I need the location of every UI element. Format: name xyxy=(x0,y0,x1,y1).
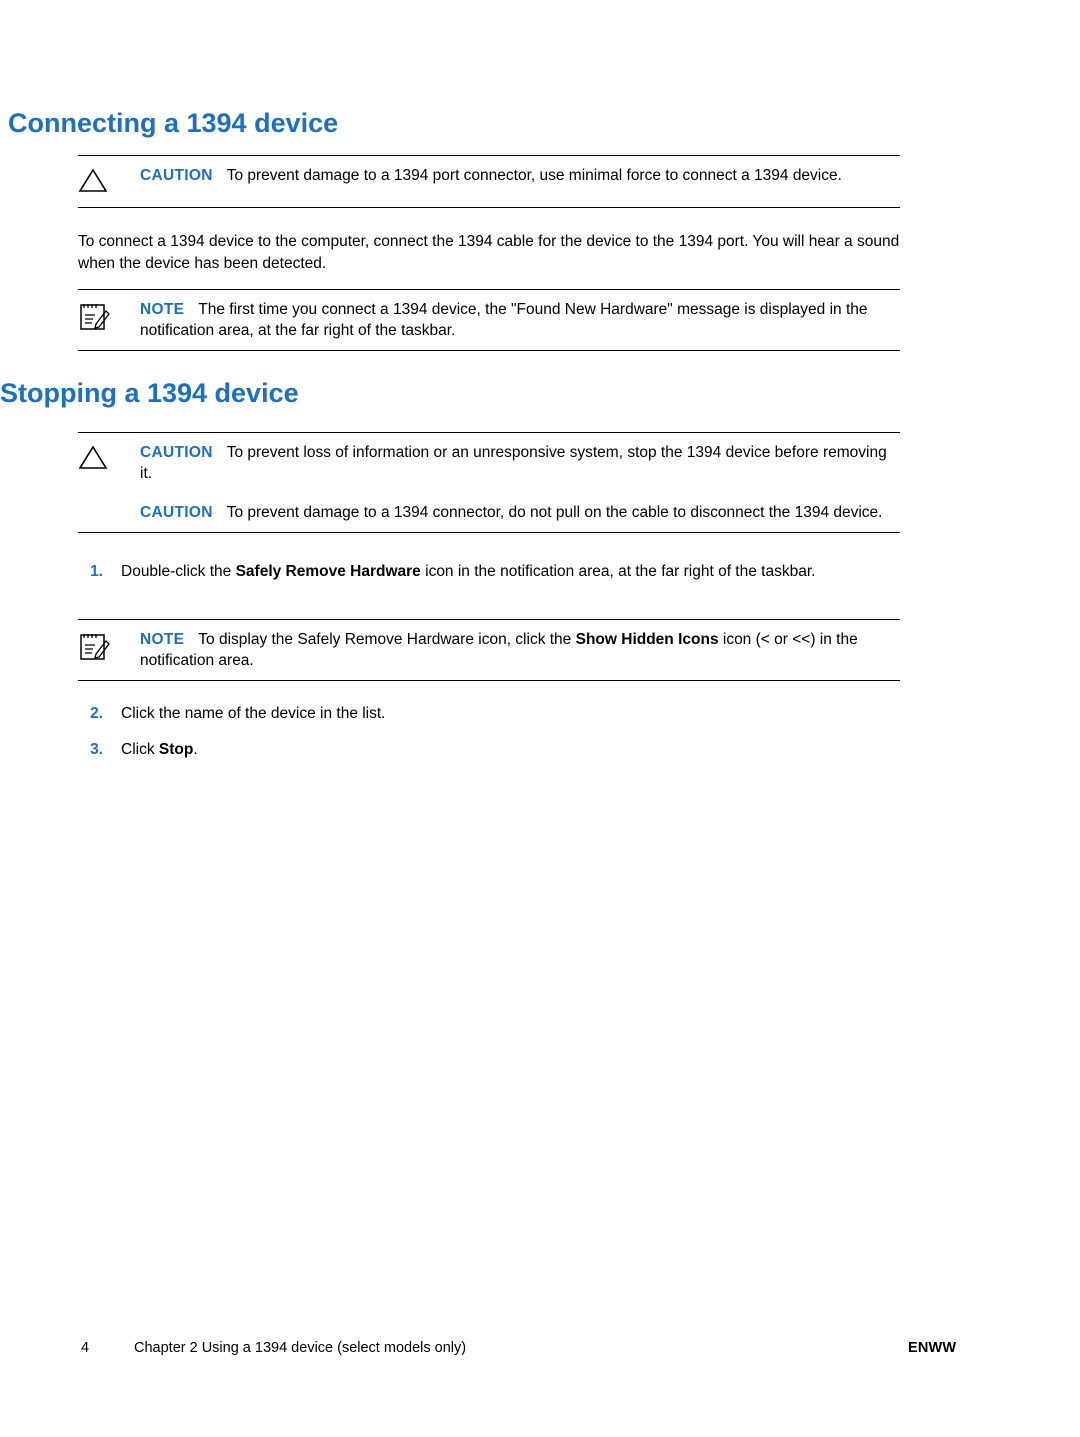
step-3-part1: Click xyxy=(121,741,159,758)
note-label-2: NOTE xyxy=(140,631,185,648)
note-box-2-text: NOTE To display the Safely Remove Hardwar… xyxy=(140,629,900,671)
footer-locale: ENWW xyxy=(908,1340,957,1356)
note-box-1: NOTE The first time you connect a 1394 de… xyxy=(78,289,900,351)
step-1-part1: Double-click the xyxy=(121,563,236,580)
step-text: Double-click the Safely Remove Hardware … xyxy=(121,561,908,583)
step-1-bold: Safely Remove Hardware xyxy=(235,563,421,580)
caution-triangle-icon-2 xyxy=(78,442,140,475)
caution-box-1-text: CAUTION To prevent damage to a 1394 port … xyxy=(140,165,900,186)
note-pencil-icon xyxy=(78,299,140,338)
step-number: 3. xyxy=(90,741,103,758)
caution-label-2a: CAUTION xyxy=(140,444,213,461)
step-3-part2: . xyxy=(193,741,198,758)
document-page: Connecting a 1394 device CAUTION To preve… xyxy=(0,0,1080,1437)
caution-1-body: To prevent damage to a 1394 port connect… xyxy=(226,167,842,184)
caution-label-2b: CAUTION xyxy=(140,504,213,521)
caution-box-2-text: CAUTION To prevent loss of information or… xyxy=(140,442,900,523)
note-pencil-icon-2 xyxy=(78,629,140,668)
step-text: Click the name of the device in the list… xyxy=(121,703,908,725)
step-1-part2: icon in the notification area, at the fa… xyxy=(420,563,816,580)
page-title-connecting: Connecting a 1394 device xyxy=(8,108,339,138)
step-text: Click Stop. xyxy=(121,739,908,761)
step-number: 1. xyxy=(90,563,103,580)
footer-chapter-label: Chapter 2 Using a 1394 device (select mo… xyxy=(134,1340,467,1356)
caution-label: CAUTION xyxy=(140,167,213,184)
list-item: 3. Click Stop. xyxy=(78,739,908,761)
note-box-1-text: NOTE The first time you connect a 1394 de… xyxy=(140,299,900,341)
list-item: 2. Click the name of the device in the l… xyxy=(78,703,908,725)
note-1-body: The first time you connect a 1394 device… xyxy=(140,301,868,339)
steps-group-1: 1. Double-click the Safely Remove Hardwa… xyxy=(78,561,908,586)
caution-2b-body: To prevent damage to a 1394 connector, d… xyxy=(226,504,883,521)
note-label: NOTE xyxy=(140,301,185,318)
step-2-part1: Click the name of the device in the list… xyxy=(121,705,386,722)
caution-triangle-icon xyxy=(78,165,140,198)
step-number: 2. xyxy=(90,705,103,722)
note-2-bold: Show Hidden Icons xyxy=(575,631,719,648)
steps-group-2: 2. Click the name of the device in the l… xyxy=(78,703,908,764)
caution-box-2: CAUTION To prevent loss of information or… xyxy=(78,432,900,533)
intro-paragraph: To connect a 1394 device to the computer… xyxy=(78,233,900,272)
list-item: 1. Double-click the Safely Remove Hardwa… xyxy=(78,561,908,583)
note-box-2: NOTE To display the Safely Remove Hardwar… xyxy=(78,619,900,681)
caution-2a-body: To prevent loss of information or an unr… xyxy=(140,444,887,482)
note-2-part1: To display the Safely Remove Hardware ic… xyxy=(198,631,576,648)
caution-box-1: CAUTION To prevent damage to a 1394 port … xyxy=(78,155,900,208)
step-3-bold: Stop xyxy=(158,741,194,758)
page-title-stopping: Stopping a 1394 device xyxy=(0,378,299,408)
footer-page-number: 4 xyxy=(81,1340,90,1356)
